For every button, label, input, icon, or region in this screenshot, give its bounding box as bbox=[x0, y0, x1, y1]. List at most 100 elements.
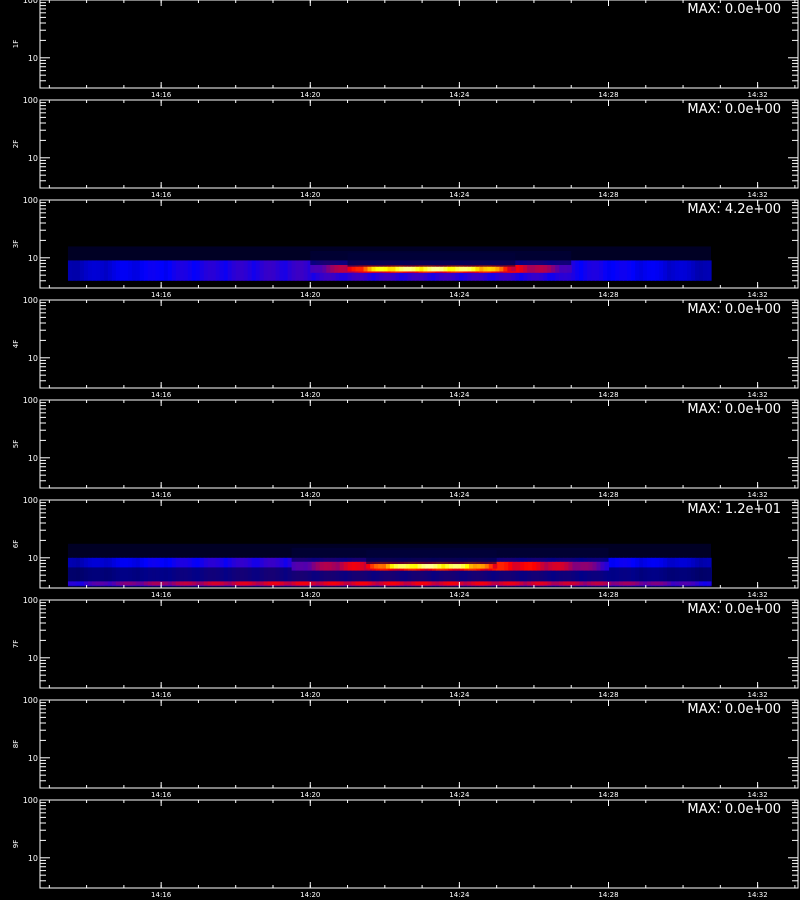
heatmap-cell bbox=[247, 581, 253, 586]
heatmap-cell bbox=[555, 581, 560, 586]
heatmap-cell bbox=[527, 265, 532, 273]
heatmap-cell bbox=[532, 561, 537, 571]
heatmap-cell bbox=[488, 564, 494, 569]
heatmap-cell bbox=[374, 564, 379, 569]
heatmap-cell bbox=[523, 581, 528, 586]
y-axis-label: 1F bbox=[12, 40, 20, 48]
heatmap-cell bbox=[667, 581, 672, 586]
heatmap-cell bbox=[441, 564, 446, 569]
y-tick-label: 10 bbox=[28, 754, 38, 763]
heatmap-cell bbox=[311, 561, 317, 571]
heatmap-cell bbox=[395, 266, 401, 272]
y-tick-label: 100 bbox=[23, 796, 38, 805]
x-tick-label: 14:20 bbox=[300, 491, 320, 499]
heatmap-cell bbox=[527, 581, 532, 586]
heatmap-cell bbox=[383, 266, 389, 272]
heatmap-cell bbox=[663, 260, 668, 281]
heatmap-cell bbox=[263, 260, 269, 281]
heatmap-cell bbox=[631, 260, 636, 281]
heatmap-cell bbox=[111, 581, 117, 586]
heatmap-cell bbox=[560, 561, 565, 571]
heatmap-cell bbox=[299, 581, 305, 586]
heatmap-cell bbox=[540, 561, 545, 571]
heatmap-cell bbox=[314, 265, 319, 273]
max-label: MAX: 0.0e+00 bbox=[687, 2, 781, 17]
heatmap-cell bbox=[215, 581, 221, 586]
heatmap-cell bbox=[495, 266, 500, 272]
heatmap-cell bbox=[111, 260, 117, 281]
x-tick-label: 14:16 bbox=[151, 891, 172, 899]
y-tick-label: 100 bbox=[23, 596, 38, 605]
heatmap-cell bbox=[639, 260, 644, 281]
heatmap-cell bbox=[703, 260, 708, 281]
heatmap-cell bbox=[367, 266, 373, 272]
heatmap-cell bbox=[239, 581, 245, 586]
x-tick-label: 14:32 bbox=[748, 191, 768, 199]
heatmap-cell bbox=[647, 260, 652, 281]
heatmap-cell bbox=[663, 581, 668, 586]
heatmap-cell bbox=[439, 581, 445, 586]
x-tick-label: 14:24 bbox=[449, 391, 470, 399]
plot-area bbox=[40, 600, 798, 688]
heatmap-cell bbox=[567, 265, 572, 273]
heatmap-cell bbox=[443, 266, 449, 272]
heatmap-cell bbox=[592, 561, 598, 571]
heatmap-cell bbox=[399, 266, 405, 272]
heatmap-cell bbox=[183, 260, 189, 281]
heatmap-cell bbox=[531, 581, 536, 586]
heatmap-cell bbox=[651, 581, 656, 586]
x-tick-label: 14:20 bbox=[300, 791, 320, 799]
heatmap-cell bbox=[675, 581, 680, 586]
y-axis-label: 7F bbox=[12, 640, 20, 648]
heatmap-cell bbox=[159, 260, 165, 281]
heatmap-cell bbox=[211, 260, 217, 281]
x-tick-label: 14:28 bbox=[598, 391, 618, 399]
heatmap-cell bbox=[492, 564, 498, 569]
heatmap-cell bbox=[691, 581, 696, 586]
heatmap-cell bbox=[556, 561, 561, 571]
heatmap-cell bbox=[375, 581, 381, 586]
heatmap-cell bbox=[203, 260, 209, 281]
heatmap-cell bbox=[255, 260, 261, 281]
heatmap-cell bbox=[227, 260, 233, 281]
heatmap-3f bbox=[67, 246, 712, 281]
max-label: MAX: 0.0e+00 bbox=[687, 602, 781, 617]
heatmap-cell bbox=[123, 260, 129, 281]
heatmap-cell bbox=[79, 260, 85, 281]
heatmap-cell bbox=[231, 581, 237, 586]
panel-5f: 100 10 5F 14:16 14:20 14:24 14:28 14:32 MAX: 0.0… bbox=[12, 396, 799, 499]
y-axis-label: 6F bbox=[12, 540, 20, 548]
x-tick-label: 14:16 bbox=[151, 691, 172, 699]
heatmap-cell bbox=[303, 561, 309, 571]
heatmap-cell bbox=[343, 581, 349, 586]
heatmap-cell bbox=[371, 266, 377, 272]
heatmap-cell bbox=[567, 581, 572, 586]
heatmap-cell bbox=[535, 265, 540, 273]
heatmap-cell bbox=[691, 260, 696, 281]
heatmap-cell bbox=[143, 581, 149, 586]
heatmap-cell bbox=[351, 581, 357, 586]
y-tick-label: 10 bbox=[28, 354, 38, 363]
heatmap-cell bbox=[87, 581, 93, 586]
heatmap-cell bbox=[544, 561, 549, 571]
heatmap-cell bbox=[671, 581, 676, 586]
heatmap-cell bbox=[343, 561, 349, 571]
heatmap-cell bbox=[119, 581, 125, 586]
heatmap-cell bbox=[619, 260, 624, 281]
heatmap-cell bbox=[535, 581, 540, 586]
heatmap-cell bbox=[95, 581, 101, 586]
heatmap-cell bbox=[651, 260, 656, 281]
heatmap-cell bbox=[421, 564, 427, 569]
heatmap-cell bbox=[675, 260, 680, 281]
heatmap-cell bbox=[405, 564, 411, 569]
heatmap-cell bbox=[291, 581, 297, 586]
heatmap-cell bbox=[639, 581, 644, 586]
heatmap-cell bbox=[207, 260, 213, 281]
x-tick-label: 14:24 bbox=[449, 691, 470, 699]
heatmap-cell bbox=[423, 266, 429, 272]
heatmap-cell bbox=[655, 260, 660, 281]
heatmap-cell bbox=[155, 260, 161, 281]
heatmap-cell bbox=[199, 581, 205, 586]
heatmap-cell bbox=[425, 564, 431, 569]
heatmap-cell bbox=[83, 581, 89, 586]
